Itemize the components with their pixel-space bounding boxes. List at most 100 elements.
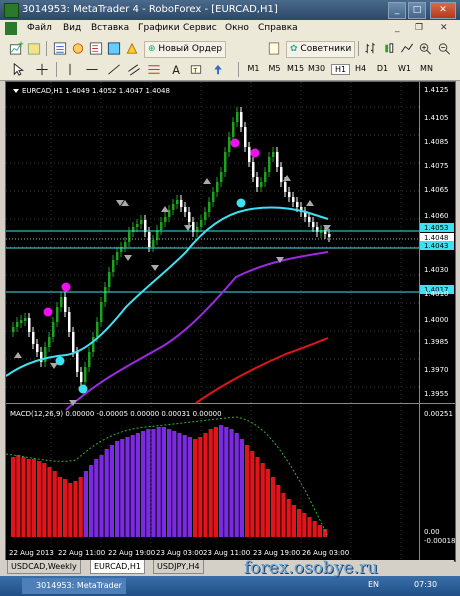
candle-body (236, 112, 239, 122)
candle-body (180, 200, 183, 207)
open-profiles-icon[interactable] (26, 41, 42, 56)
mdi-close[interactable]: ✕ (440, 23, 448, 33)
timeframe-w1[interactable]: W1 (396, 64, 413, 73)
timeframe-h1[interactable]: H1 (331, 64, 350, 75)
candle-body (36, 344, 39, 352)
signal-dot-magenta[interactable] (230, 138, 240, 148)
tab-usdjpy-h4[interactable]: USDJPY,H4 (153, 560, 204, 574)
line-chart-icon[interactable] (399, 41, 415, 56)
price-axis-label: 1.4048 (424, 234, 449, 242)
vertical-line-icon[interactable] (62, 62, 78, 77)
price-axis-label: 1.4030 (424, 266, 449, 274)
strategy-tester-icon[interactable] (124, 41, 140, 56)
candle-body (228, 137, 231, 152)
label-tool-icon[interactable]: T (188, 62, 204, 77)
timeframe-m15[interactable]: M15 (287, 64, 304, 73)
menu-file[interactable]: Файл (27, 23, 52, 33)
signal-dot-magenta[interactable] (250, 148, 260, 158)
taskbar: 3014953: MetaTrader EN 07:30 (0, 576, 460, 596)
navigator-icon[interactable] (88, 41, 104, 56)
zoom-out-icon[interactable] (436, 41, 452, 56)
macd-bar (31, 459, 36, 537)
menu-tools[interactable]: Сервис (183, 23, 217, 33)
chart-canvas[interactable]: EURCAD,H1 1.4049 1.4052 1.4047 1.4048 MA… (6, 82, 455, 561)
taskbar-item-mt4[interactable]: 3014953: MetaTrader (22, 578, 126, 594)
candle-body (232, 122, 235, 137)
time-axis-label: 22 Aug 11:00 (58, 549, 105, 557)
new-chart-icon[interactable]: + (8, 41, 24, 56)
drawing-toolbar: A T M1 M5 M15 M30 H1 H4 D1 W1 MN (0, 60, 460, 81)
tab-eurcad-h1[interactable]: EURCAD,H1 (90, 560, 145, 574)
macd-bar (198, 437, 203, 537)
meta-editor-icon[interactable] (266, 41, 282, 56)
signal-dot-cyan[interactable] (78, 384, 88, 394)
trendline-icon[interactable] (106, 62, 122, 77)
candle-body (84, 367, 87, 382)
data-window-icon[interactable] (70, 41, 86, 56)
expert-advisors-button[interactable]: ✿ Советники (286, 41, 356, 58)
window-title: 3014953: MetaTrader 4 - RoboForex - [EUR… (22, 4, 278, 15)
candle-body (20, 320, 23, 323)
new-order-button[interactable]: ⊕ Новый Ордер (144, 41, 227, 58)
macd-bar (83, 471, 88, 537)
macd-bar (208, 429, 213, 537)
bar-chart-icon[interactable] (363, 41, 379, 56)
candle-body (124, 242, 127, 247)
macd-bar (172, 431, 177, 537)
candle-body (16, 322, 19, 327)
price-axis-label: 1.3955 (424, 390, 449, 398)
channel-icon[interactable] (126, 62, 142, 77)
ma-slow-line[interactable] (195, 337, 329, 404)
macd-bar (130, 435, 135, 537)
menu-insert[interactable]: Вставка (91, 23, 129, 33)
macd-bar (245, 445, 250, 537)
candle-body (224, 152, 227, 172)
macd-bar (73, 481, 78, 537)
menu-help[interactable]: Справка (258, 23, 298, 33)
tab-usdcad-weekly[interactable]: USDCAD,Weekly (7, 560, 81, 574)
crosshair-icon[interactable] (34, 62, 50, 77)
maximize-button[interactable]: □ (408, 2, 426, 19)
signal-dot-magenta[interactable] (61, 282, 71, 292)
language-indicator[interactable]: EN (368, 580, 379, 589)
candle-body (312, 222, 315, 227)
macd-bar (42, 463, 47, 537)
fibonacci-icon[interactable] (146, 62, 162, 77)
timeframe-mn[interactable]: MN (418, 64, 435, 73)
cursor-icon[interactable] (10, 62, 26, 77)
timeframe-h4[interactable]: H4 (352, 64, 369, 73)
arrows-icon[interactable] (210, 62, 226, 77)
menu-view[interactable]: Вид (63, 23, 81, 33)
timeframe-m5[interactable]: M5 (266, 64, 283, 73)
terminal-icon[interactable] (106, 41, 122, 56)
zoom-in-icon[interactable] (417, 41, 433, 56)
svg-text:+: + (18, 41, 24, 49)
candlestick-icon[interactable] (381, 41, 397, 56)
market-watch-icon[interactable] (52, 41, 68, 56)
mdi-restore[interactable]: ❐ (415, 23, 423, 33)
text-tool-icon[interactable]: A (168, 62, 184, 77)
macd-bar (63, 479, 68, 537)
signal-dot-cyan[interactable] (236, 198, 246, 208)
macd-bar (52, 471, 57, 537)
candle-body (172, 204, 175, 210)
candle-body (216, 182, 219, 192)
chart-dropdown-icon[interactable] (13, 89, 19, 93)
menu-window[interactable]: Окно (225, 23, 249, 33)
timeframe-d1[interactable]: D1 (374, 64, 391, 73)
menu-charts[interactable]: Графики (138, 23, 180, 33)
macd-header: MACD(12,26,9) 0.00000 -0.00005 0.00000 0… (10, 410, 222, 418)
horizontal-line-icon[interactable] (84, 62, 100, 77)
clock: 07:30 (414, 580, 438, 589)
candle-body (80, 372, 83, 382)
timeframe-m1[interactable]: M1 (245, 64, 262, 73)
candle-body (168, 210, 171, 217)
minimize-button[interactable]: _ (388, 2, 406, 19)
chart-window[interactable]: EURCAD,H1 1.4049 1.4052 1.4047 1.4048 MA… (5, 81, 456, 562)
signal-dot-magenta[interactable] (43, 307, 53, 317)
timeframe-m30[interactable]: M30 (308, 64, 325, 73)
candle-body (208, 202, 211, 212)
close-button[interactable]: ✕ (430, 2, 456, 19)
macd-bar (276, 485, 281, 537)
mdi-minimize[interactable]: _ (395, 23, 400, 33)
